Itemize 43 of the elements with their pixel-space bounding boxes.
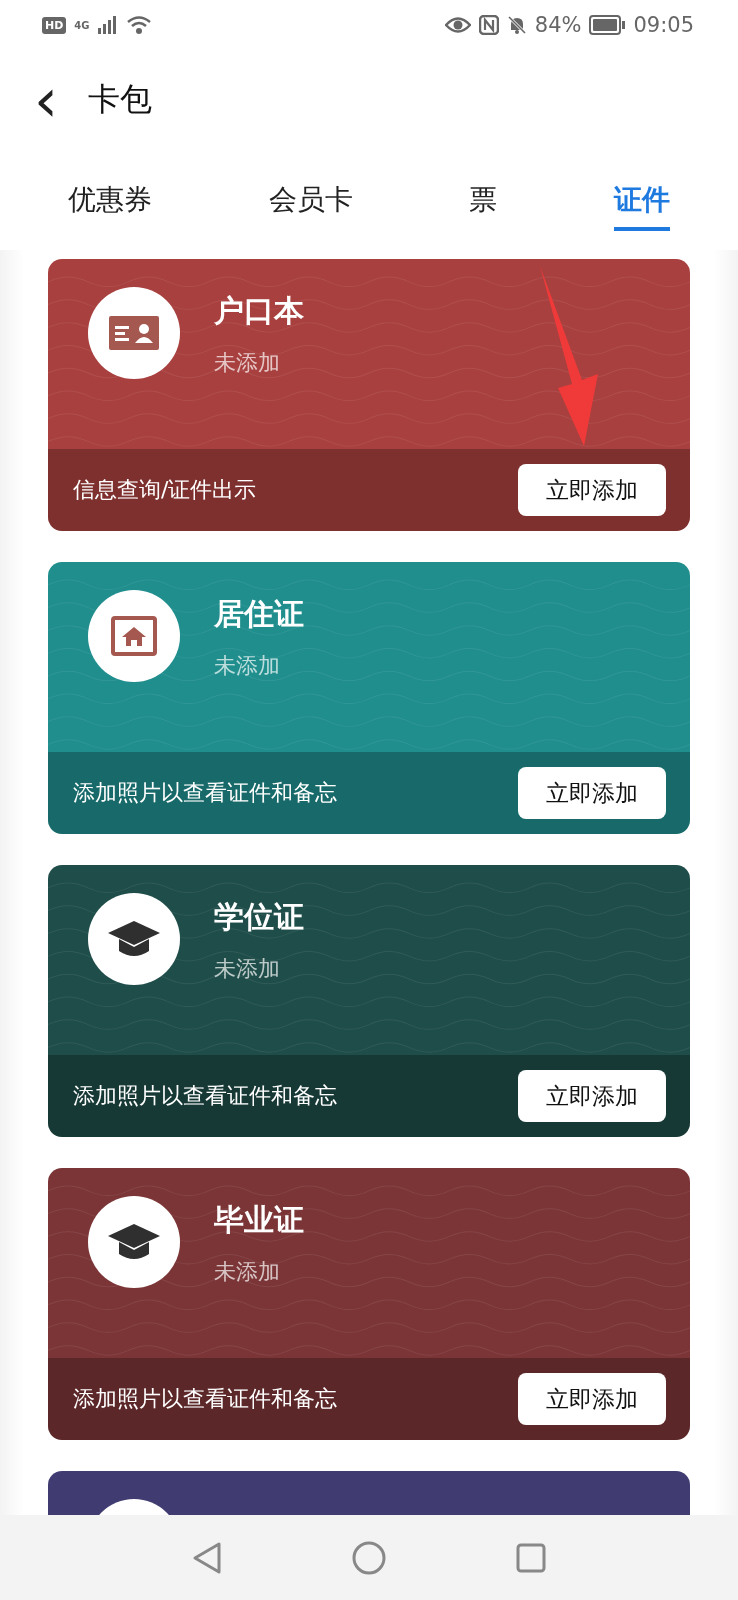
tab[interactable]: 票 [469,173,498,231]
certificate-icon [88,590,180,682]
card-description: 添加照片以查看证件和备忘 [73,779,337,807]
card-title: 户口本 [214,292,304,330]
add-button[interactable]: 立即添加 [518,1070,666,1122]
certificate-icon [88,287,180,379]
wifi-icon [125,15,152,35]
card-title: 居住证 [214,595,304,633]
tab[interactable]: 证件 [613,173,670,231]
certificate-card[interactable]: 户口本 未添加 信息查询/证件出示 立即添加 [48,259,690,531]
page-title: 卡包 [88,79,152,120]
eye-icon [444,16,471,34]
tab[interactable]: 会员卡 [268,173,353,231]
battery-percent: 84% [534,13,582,37]
clock-time: 09:05 [633,13,694,37]
card-status: 未添加 [214,1258,281,1286]
add-button[interactable]: 立即添加 [518,767,666,819]
nfc-icon [478,15,499,35]
add-button[interactable]: 立即添加 [518,464,666,516]
battery-icon [589,15,626,35]
card-status: 未添加 [214,955,281,983]
hd-badge: HD [42,16,67,34]
add-button[interactable]: 立即添加 [518,1373,666,1425]
network-type: 4G [74,19,90,31]
signal-icon [97,16,118,34]
certificate-card[interactable]: 居住证 未添加 添加照片以查看证件和备忘 立即添加 [48,562,690,834]
certificate-card[interactable]: 毕业证 未添加 添加照片以查看证件和备忘 立即添加 [48,1168,690,1440]
card-title: 学位证 [214,898,304,936]
certificate-icon [88,1196,180,1288]
card-status: 未添加 [214,652,281,680]
back-icon[interactable] [192,1540,222,1575]
tab[interactable]: 优惠券 [68,173,153,231]
recents-icon[interactable] [516,1542,546,1573]
back-button[interactable]: ‹ [28,70,64,130]
muted-bell-icon [506,15,527,35]
card-status: 未添加 [214,349,281,377]
card-title: 毕业证 [214,1201,304,1239]
certificate-card[interactable]: 学位证 未添加 添加照片以查看证件和备忘 立即添加 [48,865,690,1137]
card-description: 添加照片以查看证件和备忘 [73,1385,337,1413]
card-description: 添加照片以查看证件和备忘 [73,1082,337,1110]
card-description: 信息查询/证件出示 [73,476,257,504]
certificate-icon [88,893,180,985]
home-icon[interactable] [352,1540,386,1575]
